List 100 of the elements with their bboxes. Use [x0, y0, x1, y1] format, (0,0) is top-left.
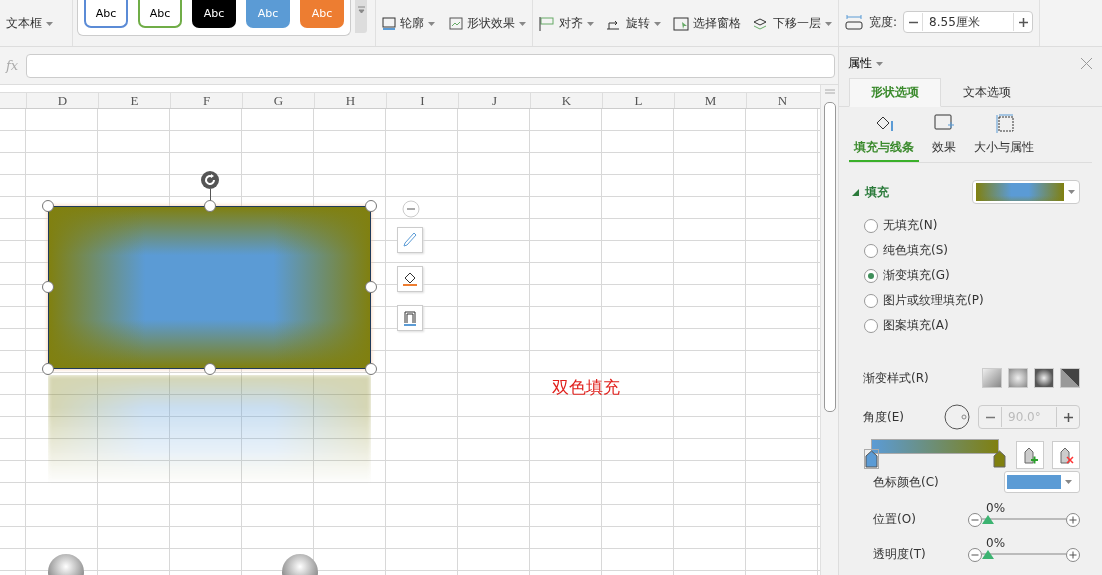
align-button[interactable]: 对齐 — [539, 15, 594, 32]
caret-icon — [519, 21, 526, 26]
slider-reading: 0% — [986, 536, 1006, 550]
gradient-stop[interactable] — [865, 450, 878, 468]
stop-color-dropdown[interactable] — [1004, 471, 1080, 493]
gradient-style-option[interactable] — [1034, 368, 1054, 388]
column-header[interactable]: J — [458, 93, 530, 108]
shape-effects-button[interactable]: 形状效果 — [449, 15, 526, 32]
caret-icon — [46, 21, 53, 26]
paint-bucket-icon — [401, 270, 419, 288]
gradient-style-label: 渐变样式(R) — [863, 369, 930, 387]
width-field[interactable]: 8.55厘米 — [903, 11, 1034, 33]
fill-preview-dropdown[interactable] — [972, 180, 1080, 204]
plus-icon[interactable] — [1018, 17, 1028, 27]
minus-icon[interactable] — [968, 512, 982, 527]
caret-icon — [1068, 190, 1075, 194]
fill-button[interactable] — [397, 266, 423, 292]
resize-handle[interactable] — [42, 363, 54, 375]
fill-option[interactable]: 图案填充(A) — [864, 316, 1102, 335]
style-preset[interactable]: Abc — [84, 0, 128, 28]
fill-option[interactable]: 渐变填充(G) — [864, 266, 1102, 285]
outline-button[interactable]: 轮廓 — [382, 15, 435, 32]
column-header[interactable]: N — [746, 93, 818, 108]
resize-handle[interactable] — [42, 281, 54, 293]
properties-menu[interactable]: 属性 — [848, 55, 883, 72]
fill-option[interactable]: 图片或纹理填充(P) — [864, 291, 1102, 310]
fx-label: fx — [6, 58, 19, 73]
column-header[interactable]: D — [26, 93, 98, 108]
width-icon — [845, 14, 863, 30]
angle-label: 角度(E) — [863, 408, 905, 426]
more-icon — [357, 6, 365, 13]
resize-handle[interactable] — [365, 200, 377, 212]
close-icon[interactable] — [1081, 58, 1092, 69]
caret-icon — [428, 21, 435, 26]
formula-input[interactable] — [26, 53, 835, 78]
fill-option[interactable]: 无填充(N) — [864, 216, 1102, 235]
column-header[interactable]: H — [314, 93, 386, 108]
slider-label: 透明度(T) — [873, 546, 927, 563]
size-icon — [994, 113, 1014, 133]
column-header[interactable]: L — [602, 93, 674, 108]
panel-subtab[interactable]: 填充与线条 — [849, 113, 919, 162]
radio-button[interactable] — [864, 293, 878, 308]
angle-dial-icon[interactable] — [944, 404, 970, 430]
column-header[interactable]: F — [170, 93, 242, 108]
collapse-icon[interactable] — [402, 200, 420, 218]
width-label: 宽度: — [869, 13, 898, 31]
column-header[interactable]: G — [242, 93, 314, 108]
panel-tab[interactable]: 文本选项 — [941, 78, 1033, 107]
slider-label: 位置(O) — [873, 511, 917, 528]
plus-icon[interactable] — [1066, 547, 1080, 562]
add-stop-button[interactable] — [1016, 441, 1044, 469]
radio-button[interactable] — [864, 268, 878, 283]
remove-stop-button[interactable] — [1052, 441, 1080, 469]
style-button[interactable] — [397, 227, 423, 253]
panel-tab[interactable]: 形状选项 — [849, 78, 941, 107]
slider-reading: 0% — [986, 501, 1006, 515]
plus-icon[interactable] — [1063, 412, 1073, 422]
selection-pane-icon — [673, 16, 689, 31]
slider-thumb[interactable] — [982, 514, 994, 524]
outline-button[interactable] — [397, 305, 423, 331]
stop-color-label: 色标颜色(C) — [873, 473, 940, 491]
caret-icon — [876, 61, 883, 66]
rotate-handle-icon[interactable] — [201, 171, 219, 189]
grip-icon — [824, 89, 835, 94]
send-backward-button[interactable]: 下移一层 — [753, 15, 832, 32]
style-preset[interactable]: Abc — [192, 0, 236, 28]
resize-handle[interactable] — [204, 200, 216, 212]
panel-subtab[interactable]: 效果 — [927, 113, 961, 162]
vertical-scrollbar[interactable] — [820, 85, 838, 575]
fill-section-toggle[interactable]: 填充 — [852, 183, 889, 201]
radio-button[interactable] — [864, 318, 878, 333]
style-preset[interactable]: Abc — [138, 0, 182, 28]
shape-effects-icon — [449, 16, 463, 31]
remove-stop-icon — [1058, 446, 1074, 464]
layers-icon — [753, 16, 769, 31]
column-header[interactable]: M — [674, 93, 746, 108]
scroll-thumb[interactable] — [823, 102, 836, 412]
minus-icon[interactable] — [968, 547, 982, 562]
gradient-stop[interactable] — [993, 450, 1006, 468]
resize-handle[interactable] — [365, 363, 377, 375]
add-stop-icon — [1022, 446, 1038, 464]
radio-button[interactable] — [864, 243, 878, 258]
caret-icon — [825, 21, 832, 26]
column-header[interactable]: E — [98, 93, 170, 108]
caret-icon — [587, 21, 594, 26]
triangle-icon — [852, 188, 859, 196]
text-box-button[interactable]: 文本框 — [6, 15, 53, 32]
fill-option[interactable]: 纯色填充(S) — [864, 241, 1102, 260]
column-header[interactable]: I — [386, 93, 458, 108]
gradient-style-option[interactable] — [1060, 368, 1080, 388]
slider-thumb[interactable] — [982, 549, 994, 559]
sheet-text: 双色填充 — [552, 376, 620, 399]
gallery-scroll[interactable] — [355, 0, 367, 33]
rotate-button[interactable]: 旋转 — [606, 15, 661, 32]
column-header[interactable]: K — [530, 93, 602, 108]
selection-pane-button[interactable]: 选择窗格 — [673, 15, 741, 32]
resize-handle[interactable] — [42, 200, 54, 212]
radio-button[interactable] — [864, 218, 878, 233]
panel-subtab[interactable]: 大小与属性 — [969, 113, 1039, 162]
plus-icon[interactable] — [1066, 512, 1080, 527]
